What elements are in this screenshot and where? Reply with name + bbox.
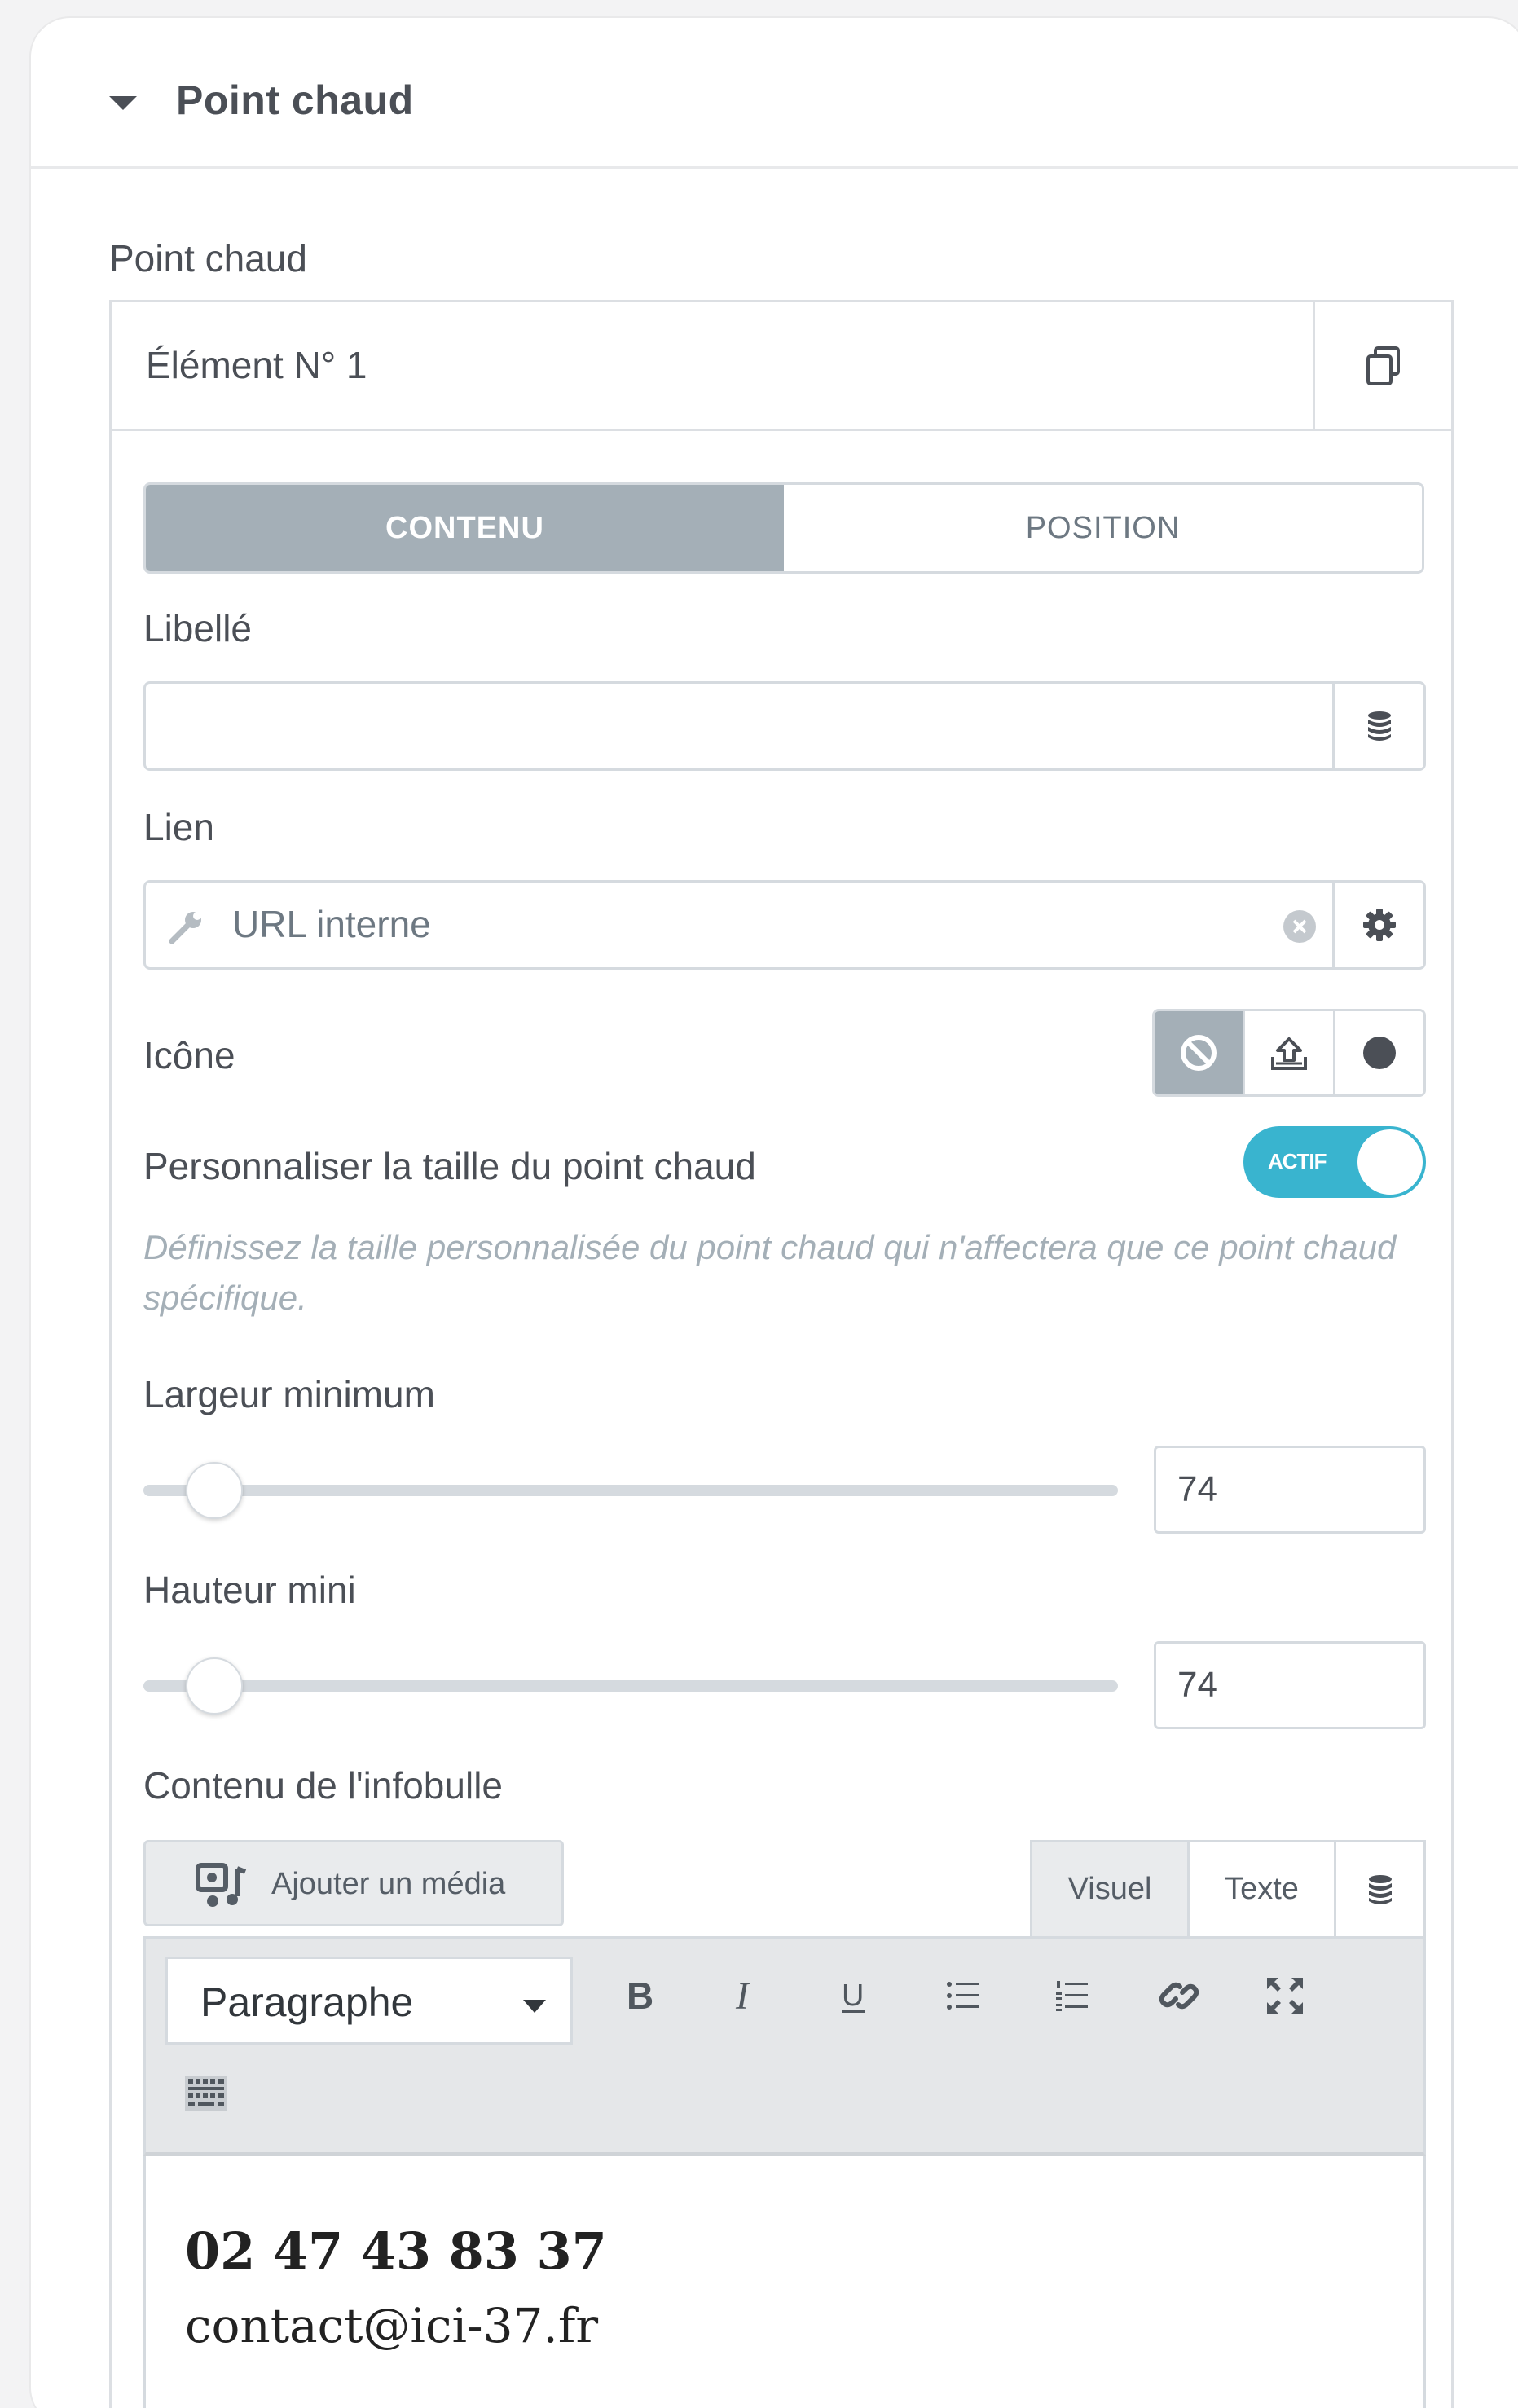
tab-visuel[interactable]: Visuel	[1032, 1842, 1187, 1936]
database-icon	[1368, 1874, 1392, 1904]
custom-size-label: Personnaliser la taille du point chaud	[143, 1145, 756, 1187]
icon-choice-group	[1152, 1009, 1426, 1097]
format-select-value: Paragraphe	[200, 1979, 414, 2025]
bold-icon: B	[627, 1976, 653, 2015]
editor-content[interactable]: 02 47 43 83 37 contact@ici-37.fr	[143, 2156, 1426, 2408]
editor-dynamic-tags-button[interactable]	[1334, 1842, 1423, 1936]
svg-text:B: B	[627, 1976, 653, 2015]
add-media-button[interactable]: Ajouter un média	[143, 1840, 564, 1926]
largeur-slider-track[interactable]	[143, 1485, 1118, 1496]
italic-button[interactable]: I	[713, 1961, 781, 2030]
media-icon	[196, 1863, 247, 1907]
editor-mode-tabs: Visuel Texte	[1030, 1840, 1426, 1936]
content-position-tabs: CONTENU POSITION	[143, 482, 1424, 574]
repeater-label: Point chaud	[109, 237, 307, 280]
link-button[interactable]	[1145, 1961, 1213, 2030]
format-select[interactable]: Paragraphe	[165, 1957, 573, 2045]
bold-button[interactable]: B	[605, 1961, 674, 2030]
numbered-list-button[interactable]	[1037, 1961, 1106, 2030]
infobulle-label: Contenu de l'infobulle	[143, 1764, 503, 1807]
libelle-label: Libellé	[143, 607, 252, 649]
caret-down-icon[interactable]	[109, 96, 137, 110]
largeur-value: 74	[1177, 1469, 1217, 1509]
lien-field[interactable]: URL interne	[143, 880, 1426, 970]
duplicate-button[interactable]	[1313, 302, 1451, 429]
section-header-point-chaud[interactable]: Point chaud	[31, 18, 1518, 169]
editor-toolbar: Paragraphe B I U	[143, 1936, 1426, 2156]
toolbar-toggle-button[interactable]	[172, 2059, 240, 2128]
svg-text:I: I	[735, 1976, 750, 2015]
fullscreen-icon	[1267, 1978, 1303, 2014]
duplicate-icon	[1366, 346, 1400, 385]
clear-icon[interactable]	[1282, 909, 1318, 944]
section-title: Point chaud	[176, 77, 414, 123]
hauteur-slider-track[interactable]	[143, 1680, 1118, 1692]
chevron-down-icon	[523, 2000, 546, 2013]
switch-on-label: ACTIF	[1268, 1149, 1327, 1173]
content-phone: 02 47 43 83 37	[185, 2221, 607, 2281]
circle-icon	[1363, 1037, 1396, 1069]
link-options-button[interactable]	[1332, 883, 1423, 967]
add-media-label: Ajouter un média	[271, 1867, 506, 1901]
fullscreen-button[interactable]	[1251, 1961, 1319, 2030]
repeater-item-header[interactable]: Élément N° 1	[112, 302, 1451, 431]
repeater-item-title[interactable]: Élément N° 1	[146, 343, 367, 387]
icon-choice-circle[interactable]	[1333, 1011, 1423, 1094]
lien-label: Lien	[143, 806, 214, 848]
svg-text:U: U	[842, 1979, 864, 2013]
largeur-label: Largeur minimum	[143, 1373, 435, 1415]
hauteur-slider-handle[interactable]	[186, 1657, 243, 1715]
italic-icon: I	[735, 1976, 750, 2015]
tab-contenu[interactable]: CONTENU	[146, 485, 784, 571]
custom-size-description: Définissez la taille personnalisée du po…	[143, 1228, 1397, 1317]
dynamic-tags-button[interactable]	[1332, 684, 1423, 768]
keyboard-icon	[185, 2076, 227, 2111]
hauteur-value: 74	[1177, 1665, 1217, 1705]
gear-icon	[1362, 909, 1396, 941]
underline-icon: U	[842, 1979, 865, 2013]
ban-icon	[1181, 1035, 1217, 1071]
icon-choice-upload[interactable]	[1243, 1011, 1333, 1094]
bullet-list-icon	[947, 1982, 979, 2010]
largeur-number-input[interactable]: 74	[1154, 1446, 1426, 1534]
tab-texte[interactable]: Texte	[1187, 1842, 1334, 1936]
database-icon	[1367, 711, 1391, 741]
hauteur-label: Hauteur mini	[143, 1569, 356, 1611]
tab-position[interactable]: POSITION	[784, 485, 1422, 571]
link-icon	[1159, 1982, 1199, 2010]
icon-choice-none[interactable]	[1155, 1011, 1243, 1094]
bullet-list-button[interactable]	[928, 1961, 997, 2030]
custom-size-switch[interactable]: ACTIF	[1243, 1126, 1426, 1198]
upload-icon	[1271, 1037, 1307, 1070]
wrench-icon	[169, 912, 201, 944]
largeur-slider-handle[interactable]	[186, 1462, 243, 1519]
underline-button[interactable]: U	[819, 1961, 887, 2030]
hauteur-number-input[interactable]: 74	[1154, 1641, 1426, 1729]
libelle-field[interactable]	[143, 681, 1426, 771]
switch-knob	[1357, 1129, 1423, 1195]
content-email: contact@ici-37.fr	[185, 2298, 599, 2353]
icone-label: Icône	[143, 1034, 235, 1076]
url-placeholder: URL interne	[232, 903, 431, 945]
numbered-list-icon	[1056, 1981, 1088, 2011]
